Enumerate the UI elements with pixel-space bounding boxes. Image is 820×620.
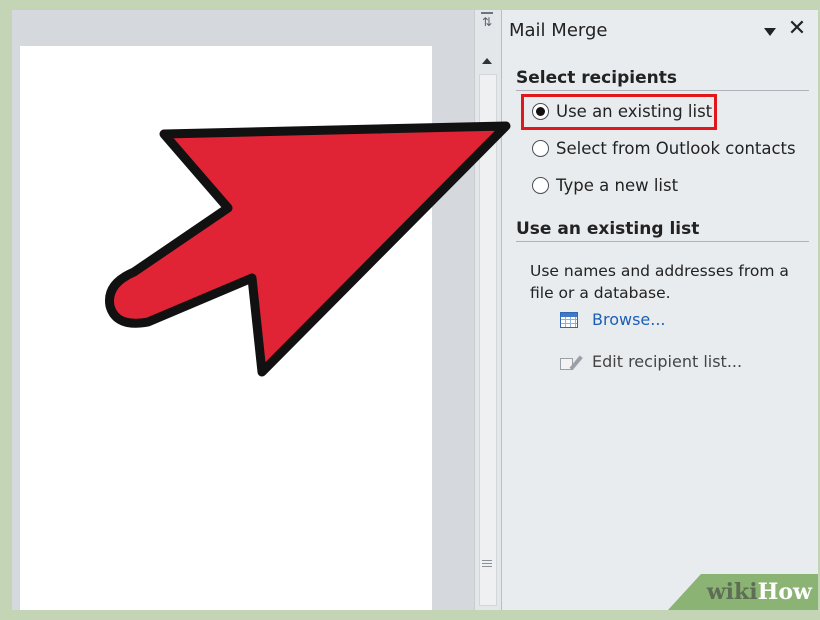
watermark-wiki: wiki [706,579,758,605]
pointer-arrow-icon [105,121,511,377]
screenshot-frame: ⇅ Mail Merge ✕ Select recipients Use an … [12,10,818,610]
watermark-how: How [757,579,812,605]
wikihow-watermark: wikiHow [668,574,818,610]
watermark-logo: wikiHow [707,579,812,605]
